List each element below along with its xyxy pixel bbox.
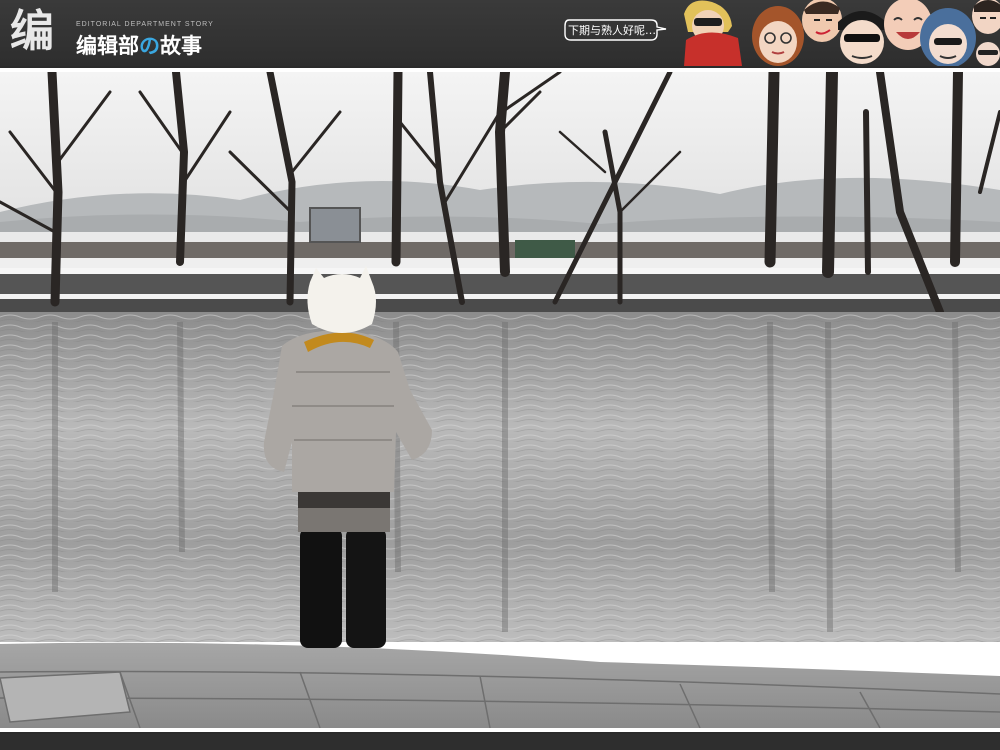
logo-subtitle: EDITORIAL DEPARTMENT STORY xyxy=(76,21,214,28)
logo-mark[interactable]: 编 xyxy=(10,6,70,58)
cast-member-3 xyxy=(802,0,842,42)
cast-member-1 xyxy=(684,0,742,66)
logo-title-part-2: 故事 xyxy=(160,34,202,58)
site-footer xyxy=(0,734,1000,750)
cast-member-7 xyxy=(972,0,1000,66)
logo-title[interactable]: 编辑部の故事 xyxy=(76,30,202,60)
speech-text: 下期与熟人好呢… xyxy=(568,24,656,37)
snowy-lake-photo xyxy=(0,72,1000,728)
cartoon-cast-portraits xyxy=(684,0,1000,66)
logo-title-accent: の xyxy=(139,34,160,58)
logo-title-part-1: 编辑部 xyxy=(76,34,139,58)
cast-member-4 xyxy=(838,11,886,64)
cast-member-2 xyxy=(752,6,804,66)
stone-embankment xyxy=(0,642,1000,728)
site-header: 编 EDITORIAL DEPARTMENT STORY 编辑部の故事 下期与熟… xyxy=(0,0,1000,66)
cast-member-6 xyxy=(920,8,976,66)
